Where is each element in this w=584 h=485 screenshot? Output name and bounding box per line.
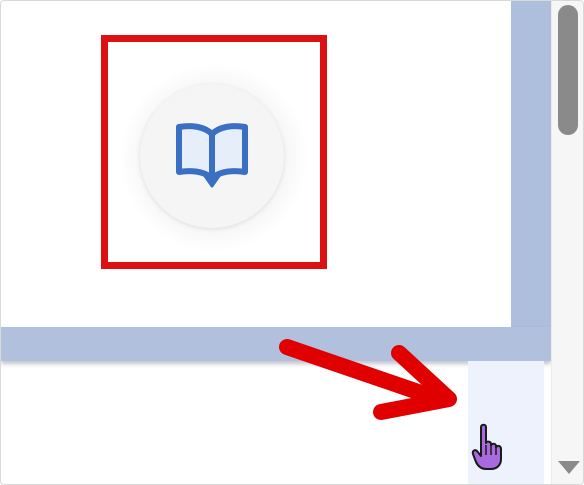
scroll-down-arrow-icon[interactable] <box>558 461 580 474</box>
scrollbar-thumb[interactable] <box>558 5 578 135</box>
screenshot-frame <box>0 0 584 485</box>
panel-shadow-right <box>511 1 551 361</box>
hand-pointer-cursor <box>471 423 502 470</box>
vertical-scrollbar[interactable] <box>551 1 583 484</box>
panel-shadow-bottom <box>1 327 551 361</box>
highlight-box <box>101 35 327 269</box>
